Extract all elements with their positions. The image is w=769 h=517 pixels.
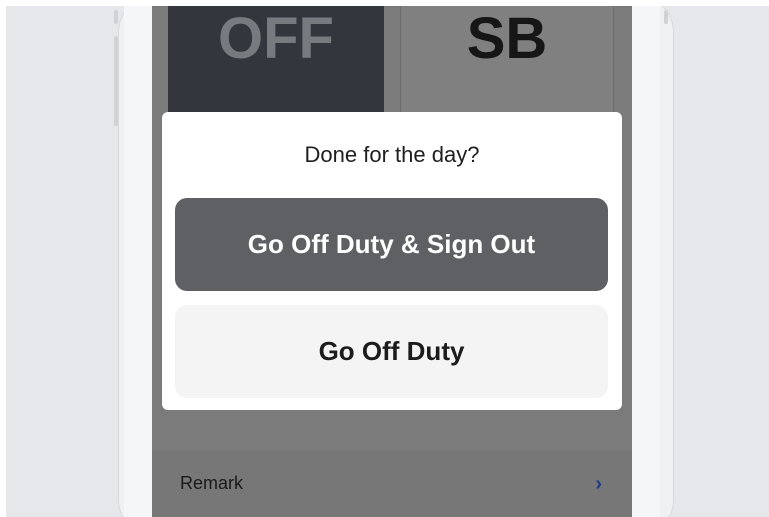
phone-bezel-right <box>632 6 660 517</box>
remark-label: Remark <box>180 473 244 493</box>
viewport: OFF SB Remark › Done for the day? Go Off… <box>6 6 769 517</box>
dialog-title: Done for the day? <box>304 142 480 167</box>
chevron-right-icon: › <box>595 472 602 495</box>
phone-side-button <box>114 10 118 24</box>
phone-power-button <box>664 10 668 24</box>
status-tile-off[interactable]: OFF <box>168 6 384 118</box>
status-tile-sb[interactable]: SB <box>400 6 614 118</box>
status-tile-sb-label: SB <box>466 6 548 71</box>
go-off-duty-sign-out-button[interactable]: Go Off Duty & Sign Out <box>175 198 608 291</box>
go-off-duty-sign-out-label: Go Off Duty & Sign Out <box>247 229 536 259</box>
status-tile-off-label: OFF <box>218 6 334 71</box>
end-of-day-dialog: Done for the day? Go Off Duty & Sign Out… <box>162 112 622 410</box>
remark-row[interactable]: Remark › <box>152 450 632 517</box>
go-off-duty-button[interactable]: Go Off Duty <box>175 305 608 398</box>
go-off-duty-label: Go Off Duty <box>318 336 465 366</box>
phone-bezel-left <box>124 6 152 517</box>
phone-volume-button <box>114 36 118 126</box>
